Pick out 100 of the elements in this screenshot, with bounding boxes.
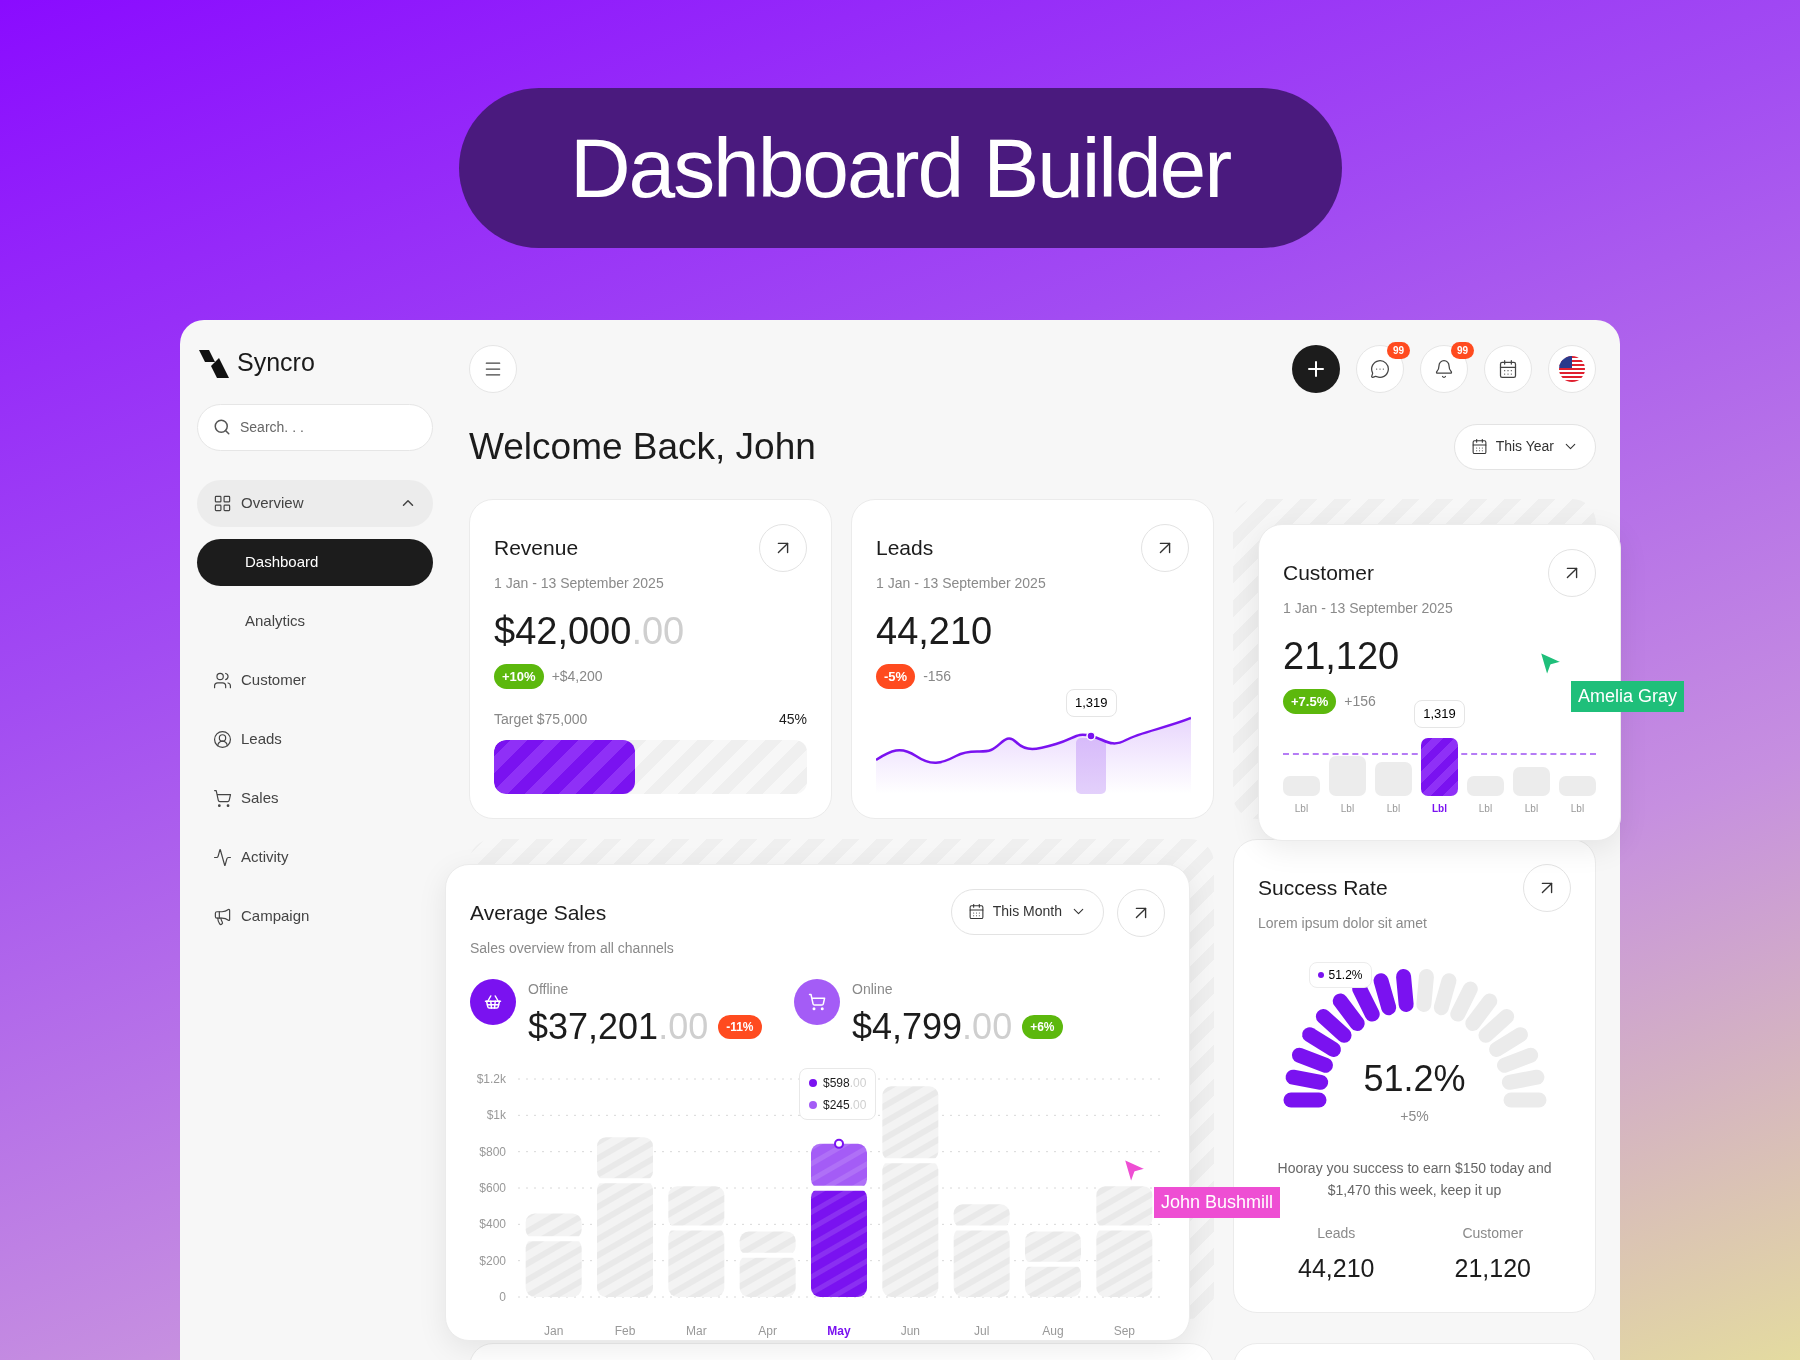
expand-button[interactable] [1141, 523, 1189, 572]
calendar-button[interactable] [1484, 345, 1532, 393]
calendar-icon [1470, 438, 1488, 456]
notification-button[interactable] [1420, 345, 1468, 393]
bar-label: Lbl [1524, 801, 1539, 816]
nav-label: Overview [241, 492, 305, 513]
stat-value: 21,120 [1454, 1253, 1531, 1284]
bar-label: Lbl [1570, 801, 1585, 816]
target-percent: 45% [778, 709, 807, 729]
notification-button[interactable] [1356, 345, 1404, 393]
flag-icon [1559, 356, 1585, 382]
axis-label: Aug [1042, 1324, 1064, 1338]
welcome-heading: Welcome Back, John [469, 425, 816, 469]
axis-label: Mar [686, 1324, 707, 1338]
chart-bar[interactable] [811, 1188, 867, 1297]
add-button[interactable] [1292, 345, 1340, 393]
channel-icon [794, 979, 840, 1025]
nav-icon [213, 788, 232, 808]
change-badge: -5% [876, 663, 916, 689]
change-badge: -11% [718, 1014, 762, 1039]
card-title: Leads [876, 534, 935, 561]
period-select[interactable]: This Year [1453, 423, 1596, 470]
axis-label: Sep [1113, 1324, 1135, 1338]
stat-label: Leads [1317, 1224, 1356, 1243]
bar-label: Lbl [1432, 801, 1447, 816]
bar-label: Lbl [1340, 801, 1355, 816]
expand-button[interactable] [759, 523, 807, 572]
nav-item[interactable]: Campaign [197, 892, 433, 940]
data-point [834, 1138, 844, 1149]
nav-subitem[interactable]: Analytics [197, 597, 433, 645]
bar-label: Lbl [1478, 801, 1493, 816]
card-title: Success Rate [1258, 874, 1389, 901]
period-select[interactable]: This Month [950, 888, 1104, 935]
calendar-icon [1498, 359, 1518, 379]
chart-bar[interactable] [811, 1143, 867, 1189]
nav-item[interactable]: Sales [197, 774, 433, 822]
axis-label: Jul [974, 1324, 990, 1338]
language-button[interactable] [1548, 345, 1596, 393]
stat-value: 44,210 [876, 609, 994, 654]
stat-value: 44,210 [1298, 1253, 1375, 1284]
nav-label: Campaign [241, 905, 311, 926]
collaborator-label: Amelia Gray [1571, 681, 1685, 712]
nav-icon [213, 670, 232, 690]
card-subtitle: Lorem ipsum dolor sit amet [1258, 914, 1428, 933]
card-title: Average Sales [470, 899, 608, 926]
axis-label: May [827, 1324, 851, 1338]
gauge-change: +5% [1399, 1107, 1430, 1126]
expand-button[interactable] [1523, 863, 1571, 912]
change-delta: +$4,200 [551, 666, 603, 686]
nav-label: Sales [241, 787, 280, 808]
nav-item[interactable]: Customer [197, 656, 433, 704]
channel-label: Offline [528, 980, 570, 999]
gauge-value: 51.2% [1362, 1057, 1467, 1101]
bar-label: Lbl [1386, 801, 1401, 816]
chat-icon [1370, 359, 1390, 379]
nav-icon [213, 729, 232, 749]
card-subtitle: Sales overview from all channels [470, 939, 675, 958]
bar-label: Lbl [1294, 801, 1309, 816]
change-delta: +156 [1344, 691, 1376, 711]
change-badge: +6% [1022, 1014, 1063, 1039]
nav-icon [213, 493, 232, 513]
count-badge: 99 [1450, 342, 1474, 359]
search-field[interactable]: Search. . . [197, 403, 433, 451]
axis-label: $800 [479, 1144, 506, 1159]
calendar-icon [967, 903, 985, 920]
nav-icon [213, 906, 232, 926]
count-badge: 99 [1386, 342, 1410, 359]
chart-tooltip: 1,319 [1066, 689, 1117, 717]
axis-label: Apr [758, 1324, 777, 1338]
nav-item[interactable]: Overview [197, 479, 433, 527]
nav-label: Customer [241, 669, 308, 690]
card-title: Customer [1283, 559, 1376, 586]
stat-label: Customer [1462, 1224, 1524, 1243]
nav-icon [213, 847, 232, 867]
date-range: 1 Jan - 13 September 2025 [1283, 599, 1453, 618]
nav-label: Leads [241, 728, 283, 749]
nav-label: Activity [241, 846, 290, 867]
axis-label: Feb [614, 1324, 636, 1338]
expand-button[interactable] [1548, 548, 1596, 597]
change-delta: -156 [923, 666, 952, 686]
axis-label: $400 [479, 1217, 506, 1232]
logo-icon [199, 347, 229, 378]
card-title: Revenue [494, 534, 580, 561]
change-badge: +7.5% [1283, 688, 1337, 714]
nav-subitem[interactable]: Dashboard [197, 538, 433, 586]
brand-name: Syncro [237, 347, 315, 378]
expand-button[interactable] [1117, 888, 1165, 937]
stat-value: 21,120 [1283, 634, 1400, 679]
nav-item[interactable]: Activity [197, 833, 433, 881]
axis-label: $1.2k [476, 1072, 506, 1086]
nav-item[interactable]: Leads [197, 715, 433, 763]
chart-tooltip: 1,319 [1414, 700, 1465, 728]
channel-label: Online [852, 980, 894, 999]
date-range: 1 Jan - 13 September 2025 [494, 574, 664, 593]
axis-label: $200 [479, 1253, 506, 1268]
search-icon [213, 417, 231, 436]
axis-label: Jun [900, 1324, 920, 1338]
gauge-tooltip: 51.2% [1308, 962, 1372, 988]
axis-label: $600 [479, 1181, 506, 1195]
menu-button[interactable] [469, 345, 517, 393]
